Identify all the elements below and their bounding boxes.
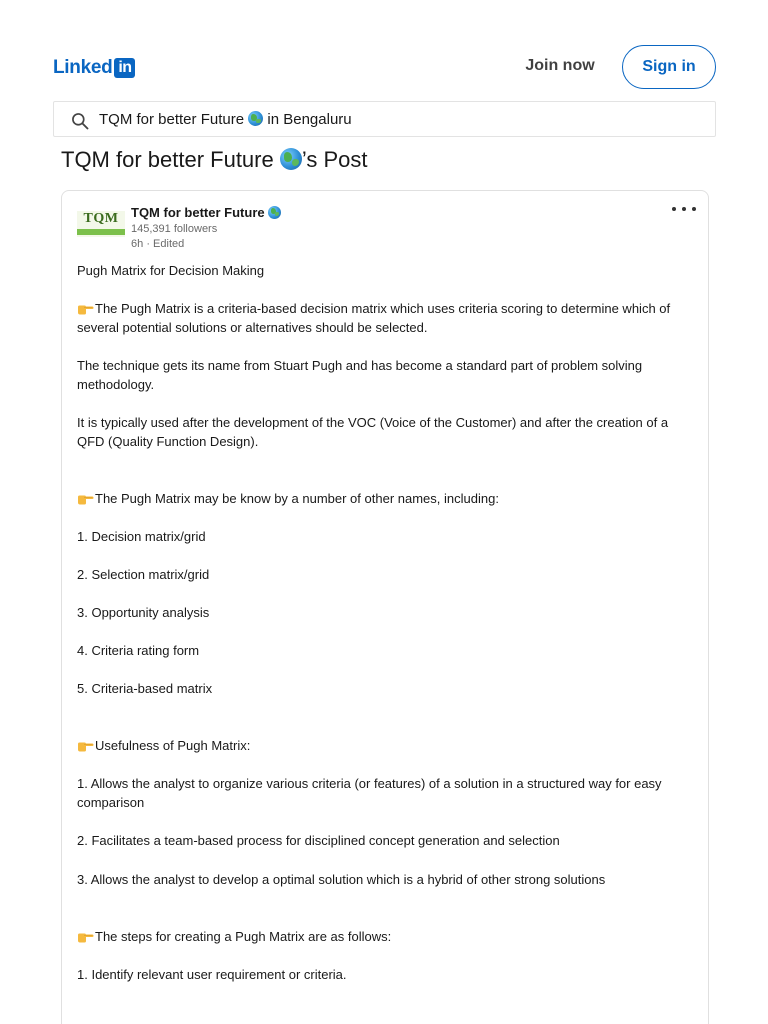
post-line-text: Usefulness of Pugh Matrix: [95,738,251,753]
author-name[interactable]: TQM for better Future [131,205,282,220]
post-line-text: The Pugh Matrix may be know by a number … [95,491,499,506]
logo-wordmark: Linked [53,57,113,78]
post-line-text: The steps for creating a Pugh Matrix are… [95,929,392,944]
post-line: 4. Criteria rating form [77,643,200,658]
dot [692,207,696,211]
search-input-value[interactable]: TQM for better Future in Bengaluru [99,111,352,128]
author-followers: 145,391 followers [131,223,218,235]
post-line: 1. Identify relevant user requirement or… [77,967,347,982]
pointing-hand-icon [78,495,94,505]
post-line: 2. Selection matrix/grid [77,567,210,582]
author-name-text: TQM for better Future [131,205,265,220]
search-icon [72,113,89,130]
post-line: 1. Allows the analyst to organize variou… [77,776,662,810]
post-card: TQM TQM for better Future 145,391 follow… [61,190,709,1024]
post-line: It is typically used after the developme… [77,415,669,449]
search-bar[interactable]: TQM for better Future in Bengaluru [53,101,716,137]
post-line: 3. Opportunity analysis [77,605,210,620]
post-line: 5. Criteria-based matrix [77,681,213,696]
page-title-suffix: ’s Post [301,147,368,172]
sign-in-button[interactable]: Sign in [622,45,716,89]
post-line: 3. Allows the analyst to develop a optim… [77,872,606,887]
pointing-hand-icon [78,742,94,752]
page-title-prefix: TQM for better Future [61,147,274,172]
page: Linked in Join now Sign in TQM for better… [0,0,768,1024]
globe-emoji-icon [279,147,302,170]
avatar-logo-text: TQM [83,211,119,226]
avatar-logo-bar [77,229,125,235]
search-value-suffix: in Bengaluru [267,111,352,129]
post-line: The steps for creating a Pugh Matrix are… [77,927,697,946]
pointing-hand-icon [78,305,94,315]
linkedin-logo[interactable]: Linked in [53,57,136,79]
post-edited: Edited [153,238,185,250]
post-body: Pugh Matrix for Decision Making The Pugh… [77,261,697,984]
post-time: 6h [131,238,144,250]
top-header: Linked in Join now Sign in [0,0,768,100]
globe-emoji-icon [268,205,282,219]
author-avatar[interactable]: TQM [77,211,125,237]
join-now-button[interactable]: Join now [512,46,608,86]
post-line-text: The Pugh Matrix is a criteria-based deci… [77,301,671,335]
post-line: The technique gets its name from Stuart … [77,358,643,392]
more-options-icon[interactable] [672,201,696,217]
dot [672,207,676,211]
post-line: 1. Decision matrix/grid [77,529,206,544]
logo-in-box: in [114,58,136,78]
post-line: Usefulness of Pugh Matrix: [77,736,697,755]
post-meta: 6h · Edited [131,238,184,250]
dot [682,207,686,211]
post-line: The Pugh Matrix may be know by a number … [77,489,697,508]
post-line: Pugh Matrix for Decision Making [77,263,265,278]
post-line: 2. Facilitates a team-based process for … [77,833,560,848]
globe-emoji-icon [248,111,264,126]
pointing-hand-icon [78,933,94,943]
search-value-prefix: TQM for better Future [99,111,245,129]
post-line: The Pugh Matrix is a criteria-based deci… [77,299,697,337]
page-title: TQM for better Future ’s Post [61,147,367,173]
